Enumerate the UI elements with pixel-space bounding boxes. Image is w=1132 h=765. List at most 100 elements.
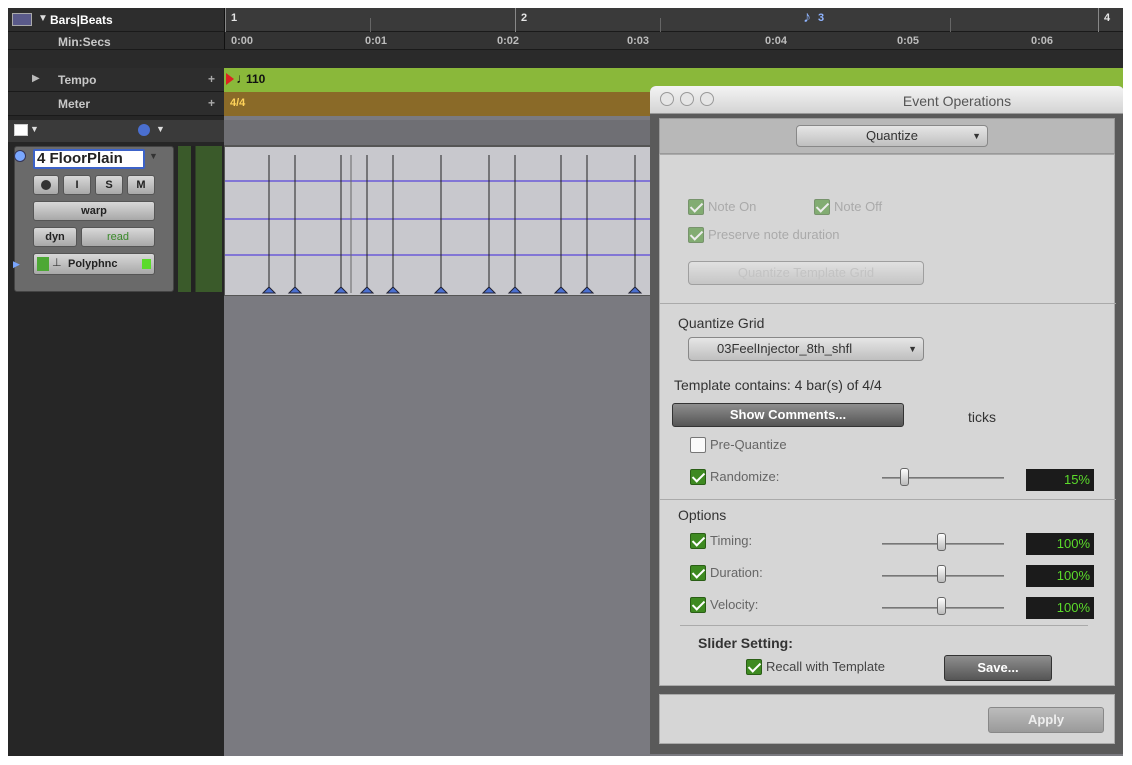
note-on-checkbox[interactable] xyxy=(688,199,704,215)
velocity-value[interactable]: 100% xyxy=(1026,597,1094,619)
input-monitor-button[interactable]: I xyxy=(63,175,91,195)
record-icon xyxy=(41,180,51,190)
bars-beats-ruler[interactable]: 1 2 ♪ 3 4 xyxy=(224,8,1123,32)
recall-with-template-checkbox[interactable] xyxy=(746,659,762,675)
track-view-selector[interactable]: warp xyxy=(33,201,155,221)
bar-number: 3 xyxy=(818,12,825,24)
track-strip: 4 FloorPlain ▼ I S M warp dyn read ⊥ Pol… xyxy=(13,146,174,292)
preserve-duration-checkbox[interactable] xyxy=(688,227,704,243)
recall-with-template-label: Recall with Template xyxy=(766,659,885,674)
track-timebase-icon[interactable] xyxy=(14,150,26,162)
randomize-checkbox[interactable] xyxy=(690,469,706,485)
note-on-label: Note On xyxy=(708,199,757,214)
tempo-value: 110 xyxy=(246,72,266,86)
mute-button[interactable]: M xyxy=(127,175,155,195)
quantize-template-grid-button[interactable]: Quantize Template Grid xyxy=(688,261,924,285)
operation-dropdown[interactable]: Quantize ▼ xyxy=(796,125,988,147)
dropdown-icon[interactable]: ▼ xyxy=(30,124,39,134)
quantize-panel: Note On Note Off Preserve note duration … xyxy=(659,154,1116,686)
ruler-view-icon[interactable] xyxy=(12,13,32,26)
track-name-field[interactable]: 4 FloorPlain xyxy=(33,149,145,169)
quantize-grid-value: 03FeelInjector_8th_shfl xyxy=(717,341,853,356)
dialog-titlebar[interactable]: Event Operations xyxy=(650,86,1123,114)
slider-setting-label: Slider Setting: xyxy=(698,635,793,651)
separator xyxy=(660,499,1116,500)
tempo-ruler-header[interactable]: ▶ Tempo + xyxy=(8,68,224,92)
save-button[interactable]: Save... xyxy=(944,655,1052,681)
add-tempo-icon[interactable]: + xyxy=(208,72,215,86)
velocity-label: Velocity: xyxy=(710,597,759,612)
meter-ruler-header[interactable]: Meter + xyxy=(8,92,224,116)
dropdown-arrow-icon: ▼ xyxy=(908,344,917,354)
sec-label: 0:05 xyxy=(897,35,920,47)
pre-quantize-label: Pre-Quantize xyxy=(710,437,787,452)
randomize-value[interactable]: 15% xyxy=(1026,469,1094,491)
ticks-label: ticks xyxy=(968,409,996,425)
track-view-icon[interactable] xyxy=(14,124,28,136)
voice-label: Polyphnc xyxy=(68,258,118,270)
bars-beats-label: Bars|Beats xyxy=(50,13,113,27)
operation-selector-bar: Quantize ▼ xyxy=(659,118,1115,154)
options-label: Options xyxy=(678,507,727,523)
timing-value[interactable]: 100% xyxy=(1026,533,1094,555)
quantize-grid-dropdown[interactable]: 03FeelInjector_8th_shfl ▼ xyxy=(688,337,924,361)
pro-tools-edit-window: ▼ Bars|Beats 1 2 ♪ 3 4 Min:Secs 0:00 0:0… xyxy=(8,8,1123,756)
operation-dropdown-value: Quantize xyxy=(865,128,919,143)
add-meter-icon[interactable]: + xyxy=(208,96,215,110)
pre-quantize-checkbox[interactable] xyxy=(690,437,706,453)
voice-selector[interactable]: ⊥ Polyphnc xyxy=(33,253,155,275)
sec-label: 0:06 xyxy=(1031,35,1054,47)
quantize-grid-label: Quantize Grid xyxy=(678,315,765,331)
track-list-toolbar[interactable]: ▼ ▼ xyxy=(8,120,224,142)
meter-value: 4/4 xyxy=(230,97,246,109)
tempo-label: Tempo xyxy=(58,73,97,87)
record-button[interactable] xyxy=(33,175,59,195)
duration-value[interactable]: 100% xyxy=(1026,565,1094,587)
velocity-slider-thumb[interactable] xyxy=(937,597,946,615)
show-comments-button[interactable]: Show Comments... xyxy=(672,403,904,427)
solo-button[interactable]: S xyxy=(95,175,123,195)
bar-number: 2 xyxy=(521,12,528,24)
preserve-duration-label: Preserve note duration xyxy=(708,227,840,242)
track-name-dropdown-icon[interactable]: ▼ xyxy=(149,151,158,161)
bar-number: 1 xyxy=(231,12,238,24)
duration-checkbox[interactable] xyxy=(690,565,706,581)
apply-bar: Apply xyxy=(659,694,1115,744)
tuning-icon: ⊥ xyxy=(52,257,62,269)
sec-label: 0:03 xyxy=(627,35,650,47)
timing-checkbox[interactable] xyxy=(690,533,706,549)
randomize-slider-thumb[interactable] xyxy=(900,468,909,486)
velocity-checkbox[interactable] xyxy=(690,597,706,613)
meter-label: Meter xyxy=(58,97,91,111)
sec-label: 0:00 xyxy=(231,35,254,47)
bars-beats-ruler-header[interactable]: ▼ Bars|Beats xyxy=(8,8,224,32)
tempo-marker-icon[interactable] xyxy=(226,73,234,85)
voice-active-icon xyxy=(142,259,151,269)
separator xyxy=(680,625,1088,626)
min-secs-ruler[interactable]: 0:00 0:01 0:02 0:03 0:04 0:05 0:06 xyxy=(224,32,1123,50)
midi-clip-graphic xyxy=(225,155,665,294)
apply-button[interactable]: Apply xyxy=(988,707,1104,733)
note-off-label: Note Off xyxy=(834,199,883,214)
midi-clip[interactable] xyxy=(224,146,665,296)
playhead-marker-icon[interactable]: ♪ xyxy=(803,9,811,27)
disclosure-triangle-icon[interactable]: ▼ xyxy=(38,13,48,24)
timebase-icon[interactable] xyxy=(138,124,150,136)
separator xyxy=(660,303,1116,304)
min-secs-ruler-header: Min:Secs xyxy=(8,32,224,50)
expand-tempo-icon[interactable]: ▶ xyxy=(32,73,40,84)
duration-slider-thumb[interactable] xyxy=(937,565,946,583)
min-secs-label: Min:Secs xyxy=(58,35,111,49)
playlist-button[interactable]: dyn xyxy=(33,227,77,247)
bar-number: 4 xyxy=(1104,12,1111,24)
note-off-checkbox[interactable] xyxy=(814,199,830,215)
expand-track-icon[interactable]: ▶ xyxy=(13,259,20,270)
track-meter xyxy=(178,146,222,292)
dropdown-icon[interactable]: ▼ xyxy=(156,124,165,134)
metronome-icon xyxy=(37,257,49,271)
sec-label: 0:01 xyxy=(365,35,388,47)
duration-label: Duration: xyxy=(710,565,763,580)
dropdown-arrow-icon: ▼ xyxy=(972,131,981,141)
automation-mode-selector[interactable]: read xyxy=(81,227,155,247)
timing-slider-thumb[interactable] xyxy=(937,533,946,551)
